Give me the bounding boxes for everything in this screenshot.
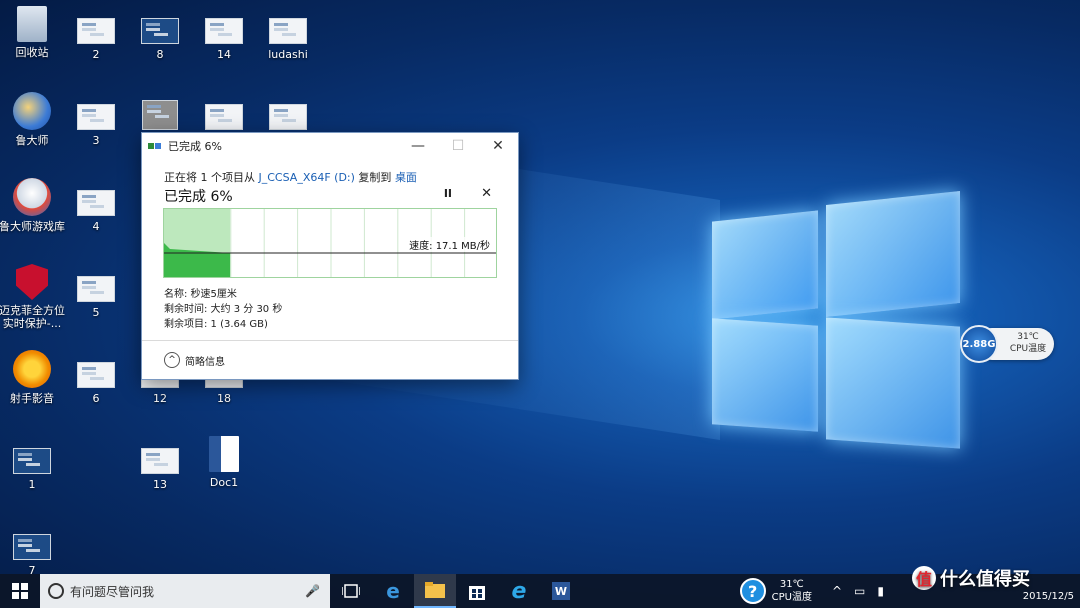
pause-button[interactable]: II <box>444 187 452 200</box>
windows-start-icon <box>12 583 28 599</box>
gadget-temp: 31℃ <box>1017 332 1039 342</box>
edge-icon: e <box>386 579 400 603</box>
close-button[interactable]: ✕ <box>478 133 518 159</box>
details-label: 简略信息 <box>185 356 225 368</box>
desktop-file-icon[interactable] <box>126 100 194 134</box>
desktop-file-icon[interactable]: 7 <box>0 534 66 577</box>
windows-logo-wallpaper <box>710 190 962 449</box>
search-placeholder: 有问题尽管问我 <box>70 584 155 599</box>
edge-browser-button[interactable]: e <box>372 574 414 608</box>
folder-icon <box>425 582 445 598</box>
file-explorer-button[interactable] <box>414 574 456 608</box>
desktop-file-icon[interactable]: 6 <box>62 362 130 405</box>
cpu-temp-gadget[interactable]: 2.88G 31℃ CPU温度 <box>960 325 1056 363</box>
copy-progress-dialog: 已完成 6% — ☐ ✕ 正在将 1 个项目从 J_CCSA_X64F (D:)… <box>141 132 519 380</box>
ie-icon: e <box>511 578 527 604</box>
ludashi-app-icon[interactable]: 鲁大师 <box>0 92 66 147</box>
transfer-speed-graph: 速度: 17.1 MB/秒 <box>163 208 497 278</box>
task-view-icon <box>342 584 360 598</box>
internet-explorer-button[interactable]: e <box>498 574 540 608</box>
desktop-file-icon[interactable]: 13 <box>126 448 194 491</box>
speed-label: 速度: 17.1 MB/秒 <box>407 237 492 252</box>
smzdm-watermark: 值 什么值得买 <box>912 565 1072 591</box>
desktop-file-icon[interactable]: 1 <box>0 448 66 491</box>
help-icon[interactable]: ? <box>739 578 766 604</box>
mcafee-icon[interactable]: 迈克菲全方位实时保护-... <box>0 264 66 330</box>
desktop-file-icon[interactable] <box>190 104 258 134</box>
cancel-copy-button[interactable]: ✕ <box>481 186 492 201</box>
smzdm-logo-icon: 值 <box>912 566 936 590</box>
battery-icon[interactable]: ▭ <box>854 584 865 598</box>
transfer-info: 名称: 秒速5厘米 剩余时间: 大约 3 分 30 秒 剩余项目: 1 (3.6… <box>164 287 282 332</box>
ludashi-games-icon[interactable]: 鲁大师游戏库 <box>0 178 66 233</box>
copy-subtitle: 正在将 1 个项目从 J_CCSA_X64F (D:) 复制到 桌面 <box>164 171 417 184</box>
chevron-up-icon: ^ <box>164 352 180 368</box>
fewer-details-toggle[interactable]: ^ 简略信息 <box>164 352 225 368</box>
destination-link[interactable]: 桌面 <box>395 171 417 184</box>
tray-cpu-temp[interactable]: 31℃ CPU温度 <box>772 578 812 604</box>
cortana-search-box[interactable]: 有问题尽管问我 🎤 <box>40 574 330 608</box>
microphone-icon[interactable]: 🎤 <box>305 584 320 598</box>
clock-date[interactable]: 2015/12/5 <box>1023 591 1074 602</box>
divider <box>142 340 518 341</box>
desktop-file-icon[interactable] <box>254 104 322 134</box>
word-icon: W <box>552 582 570 600</box>
minimize-button[interactable]: — <box>398 133 438 159</box>
network-icon[interactable]: ▮ <box>877 584 884 598</box>
recycle-bin-icon[interactable]: 回收站 <box>0 6 66 59</box>
cpu-frequency-dial: 2.88G <box>960 325 998 363</box>
dialog-title: 已完成 6% <box>168 140 222 153</box>
desktop-file-icon[interactable]: 8 <box>126 18 194 61</box>
desktop-file-icon[interactable]: 14 <box>190 18 258 61</box>
progress-heading: 已完成 6% <box>164 189 233 205</box>
desktop-file-icon[interactable]: 4 <box>62 190 130 233</box>
word-document-icon[interactable]: Doc1 <box>190 436 258 489</box>
source-link[interactable]: J_CCSA_X64F (D:) <box>259 171 355 184</box>
gadget-label: CPU温度 <box>1009 344 1047 354</box>
start-button[interactable] <box>0 574 40 608</box>
cortana-icon <box>48 583 64 599</box>
time-remaining-line: 剩余时间: 大约 3 分 30 秒 <box>164 304 283 315</box>
word-button[interactable]: W <box>540 574 582 608</box>
maximize-button[interactable]: ☐ <box>438 133 478 159</box>
desktop-file-icon[interactable]: ludashi <box>254 18 322 61</box>
desktop-file-icon[interactable]: 3 <box>62 104 130 147</box>
chevron-up-icon[interactable]: ^ <box>832 584 842 598</box>
desktop-file-icon[interactable]: 5 <box>62 276 130 319</box>
shooter-player-icon[interactable]: 射手影音 <box>0 350 66 405</box>
items-remaining-line: 剩余项目: 1 (3.64 GB) <box>164 319 268 330</box>
desktop-file-icon[interactable]: 2 <box>62 18 130 61</box>
store-button[interactable] <box>456 574 498 608</box>
task-view-button[interactable] <box>330 574 372 608</box>
copy-icon <box>148 141 162 151</box>
svg-text:W: W <box>555 585 567 598</box>
store-icon <box>469 586 485 600</box>
dialog-titlebar[interactable]: 已完成 6% — ☐ ✕ <box>142 133 518 159</box>
file-name-line: 名称: 秒速5厘米 <box>164 289 237 300</box>
